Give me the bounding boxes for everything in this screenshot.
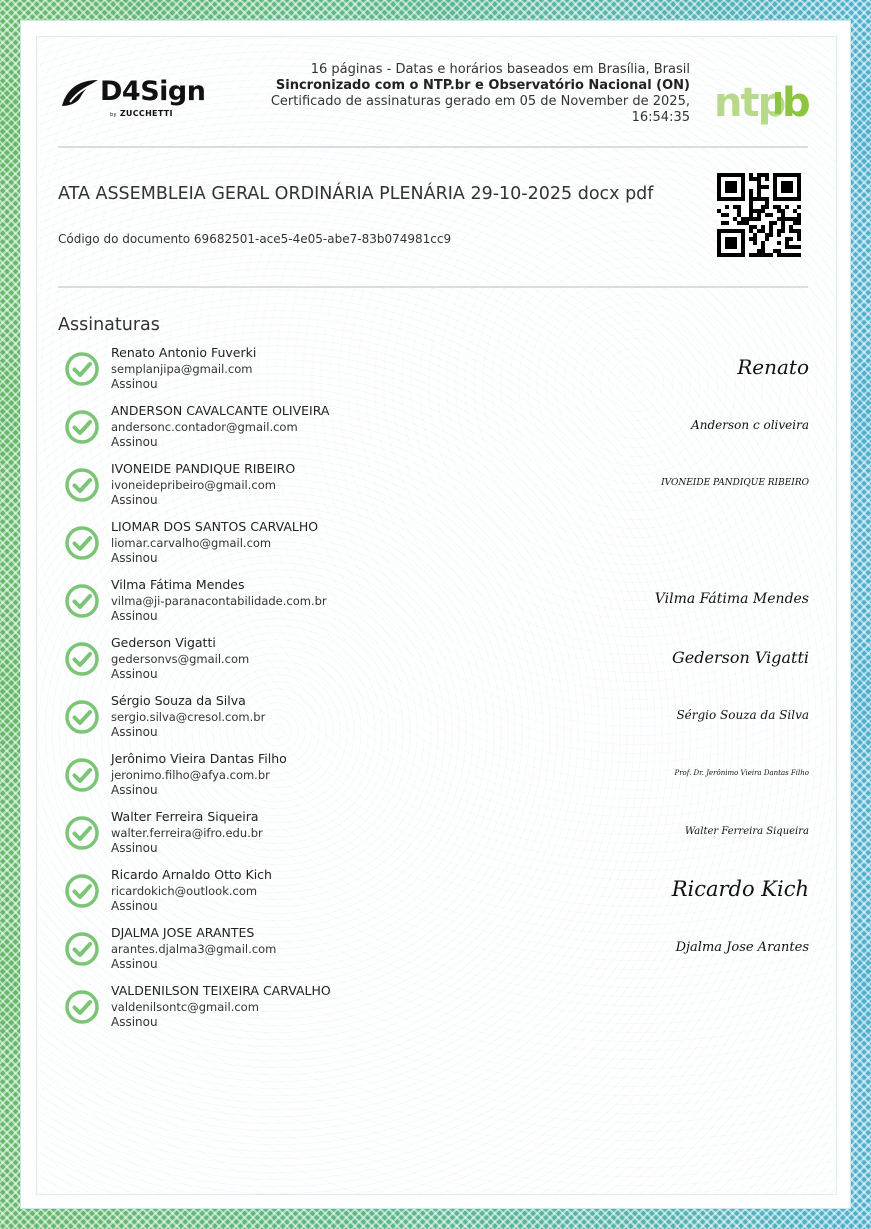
signer-name: ANDERSON CAVALCANTE OLIVEIRA <box>111 403 330 418</box>
info-time-line: 16:54:35 <box>631 110 690 125</box>
signer-signature: Walter Ferreira Siqueira <box>684 825 809 837</box>
signer-row: Walter Ferreira Siqueira walter.ferreira… <box>64 809 809 865</box>
svg-text:br: br <box>782 80 812 126</box>
signer-name: Gederson Vigatti <box>111 635 216 650</box>
signer-name: Jerônimo Vieira Dantas Filho <box>111 751 287 766</box>
d4sign-leaf-icon <box>62 80 98 106</box>
signer-signature: IVONEIDE PANDIQUE RIBEIRO <box>661 478 809 488</box>
signer-email: arantes.djalma3@gmail.com <box>111 942 277 956</box>
signed-check-icon <box>65 874 99 908</box>
signer-email: walter.ferreira@ifro.edu.br <box>111 826 263 840</box>
signer-signature: Renato <box>737 355 809 379</box>
signer-status: Assinou <box>111 841 158 855</box>
signer-name: Walter Ferreira Siqueira <box>111 809 259 824</box>
signer-row: Gederson Vigatti gedersonvs@gmail.com As… <box>64 635 809 691</box>
signer-row: ANDERSON CAVALCANTE OLIVEIRA andersonc.c… <box>64 403 809 459</box>
d4sign-logo: D4Sign by ZUCCHETTI <box>60 74 220 124</box>
signer-email: jeronimo.filho@afya.com.br <box>111 768 270 782</box>
document-code: Código do documento 69682501-ace5-4e05-a… <box>58 232 452 246</box>
signed-check-icon <box>65 990 99 1024</box>
signed-check-icon <box>65 352 99 386</box>
signer-name: Renato Antonio Fuverki <box>111 345 257 360</box>
signer-name: Vilma Fátima Mendes <box>111 577 245 592</box>
signer-row: DJALMA JOSE ARANTES arantes.djalma3@gmai… <box>64 925 809 981</box>
signer-status: Assinou <box>111 609 158 623</box>
signer-name: VALDENILSON TEIXEIRA CARVALHO <box>111 983 331 998</box>
signer-status: Assinou <box>111 1015 158 1029</box>
info-sync-line: Sincronizado com o NTP.br e Observatório… <box>275 78 690 93</box>
d4sign-brand-text: D4Sign <box>100 76 206 107</box>
signer-status: Assinou <box>111 493 158 507</box>
signed-check-icon <box>65 932 99 966</box>
svg-text:ntp: ntp <box>714 80 785 126</box>
signer-row: Sérgio Souza da Silva sergio.silva@creso… <box>64 693 809 749</box>
document-divider <box>58 286 808 288</box>
signer-row: VALDENILSON TEIXEIRA CARVALHO valdenilso… <box>64 983 809 1039</box>
signed-check-icon <box>65 758 99 792</box>
signer-signature: Ricardo Kich <box>671 877 809 901</box>
signer-email: sergio.silva@cresol.com.br <box>111 710 266 724</box>
signer-row: Ricardo Arnaldo Otto Kich ricardokich@ou… <box>64 867 809 923</box>
signatures-heading: Assinaturas <box>58 315 160 335</box>
header-divider <box>58 146 808 148</box>
signer-email: valdenilsontc@gmail.com <box>111 1000 259 1014</box>
signer-email: liomar.carvalho@gmail.com <box>111 536 272 550</box>
document-title: ATA ASSEMBLEIA GERAL ORDINÁRIA PLENÁRIA … <box>58 184 654 204</box>
info-generated-line: Certificado de assinaturas gerado em 05 … <box>270 94 690 109</box>
signer-signature <box>579 983 809 1027</box>
signer-status: Assinou <box>111 435 158 449</box>
signer-signature: Anderson c oliveira <box>691 418 809 432</box>
signer-row: Renato Antonio Fuverki semplanjipa@gmail… <box>64 345 809 401</box>
ntp-br-logo: ntp br <box>712 78 831 128</box>
signer-email: gedersonvs@gmail.com <box>111 652 250 666</box>
signer-status: Assinou <box>111 783 158 797</box>
signer-name: DJALMA JOSE ARANTES <box>111 925 255 940</box>
signer-name: LIOMAR DOS SANTOS CARVALHO <box>111 519 319 534</box>
signed-check-icon <box>65 468 99 502</box>
signer-signature: Gederson Vigatti <box>672 647 809 667</box>
signer-signature: Djalma Jose Arantes <box>675 939 809 955</box>
signed-check-icon <box>65 700 99 734</box>
signer-row: IVONEIDE PANDIQUE RIBEIRO ivoneidepribei… <box>64 461 809 517</box>
signer-name: IVONEIDE PANDIQUE RIBEIRO <box>111 461 296 476</box>
signer-row: Vilma Fátima Mendes vilma@ji-paranaconta… <box>64 577 809 633</box>
d4sign-brand-sub: by ZUCCHETTI <box>110 109 173 118</box>
signed-check-icon <box>65 642 99 676</box>
signer-status: Assinou <box>111 377 158 391</box>
signer-signature: Sérgio Souza da Silva <box>676 708 809 722</box>
signer-name: Sérgio Souza da Silva <box>111 693 246 708</box>
signer-status: Assinou <box>111 551 158 565</box>
info-pages-line: 16 páginas - Datas e horários baseados e… <box>310 62 690 77</box>
signer-status: Assinou <box>111 899 158 913</box>
signed-check-icon <box>65 526 99 560</box>
signer-email: vilma@ji-paranacontabilidade.com.br <box>111 594 327 608</box>
signer-row: LIOMAR DOS SANTOS CARVALHO liomar.carval… <box>64 519 809 575</box>
signer-name: Ricardo Arnaldo Otto Kich <box>111 867 272 882</box>
signer-signature: Prof. Dr. Jerônimo Vieira Dantas Filho <box>674 769 810 777</box>
qr-code[interactable] <box>717 173 801 257</box>
signed-check-icon <box>65 410 99 444</box>
signed-check-icon <box>65 816 99 850</box>
signed-check-icon <box>65 584 99 618</box>
signer-email: andersonc.contador@gmail.com <box>111 420 298 434</box>
certificate-info: 16 páginas - Datas e horários baseados e… <box>250 62 690 126</box>
signer-email: ivoneidepribeiro@gmail.com <box>111 478 276 492</box>
signer-status: Assinou <box>111 667 158 681</box>
signer-signature <box>579 519 809 563</box>
signer-email: semplanjipa@gmail.com <box>111 362 253 376</box>
signer-row: Jerônimo Vieira Dantas Filho jeronimo.fi… <box>64 751 809 807</box>
signer-signature: Vilma Fátima Mendes <box>654 591 809 607</box>
signer-status: Assinou <box>111 957 158 971</box>
signer-email: ricardokich@outlook.com <box>111 884 258 898</box>
signer-status: Assinou <box>111 725 158 739</box>
